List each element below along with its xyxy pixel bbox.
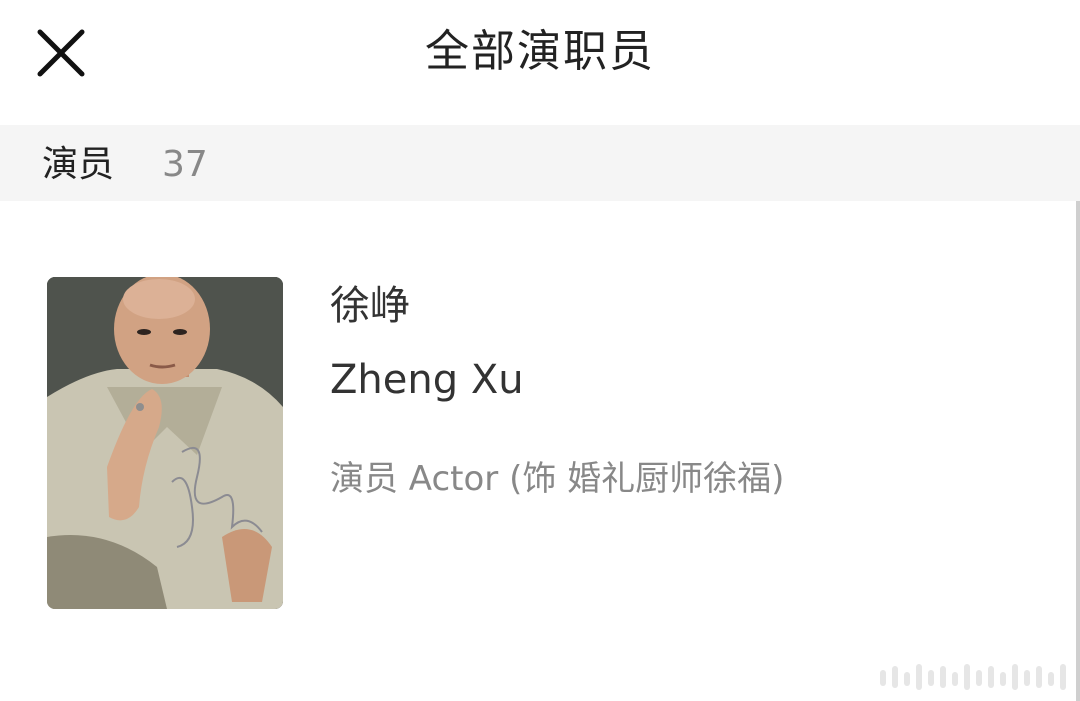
section-header-actors: 演员 37 [0,125,1080,201]
section-label: 演员 [42,144,115,185]
scrollbar[interactable] [1076,201,1080,701]
page-title: 全部演职员 [425,26,655,77]
section-count: 37 [162,144,208,185]
actor-name-chinese: 徐峥 [330,283,410,329]
actor-photo [47,277,283,609]
cast-list-page: 全部演职员 演员 37 徐峥 Zheng Xu 演员 Actor (饰 婚礼厨师… [0,0,1080,701]
actor-name-english: Zheng Xu [330,357,524,403]
watermark-dots [880,660,1070,694]
top-bar: 全部演职员 [0,0,1080,125]
actor-role: 演员 Actor (饰 婚礼厨师徐福) [330,459,785,499]
cast-list-item[interactable]: 徐峥 Zheng Xu 演员 Actor (饰 婚礼厨师徐福) [0,201,1076,701]
